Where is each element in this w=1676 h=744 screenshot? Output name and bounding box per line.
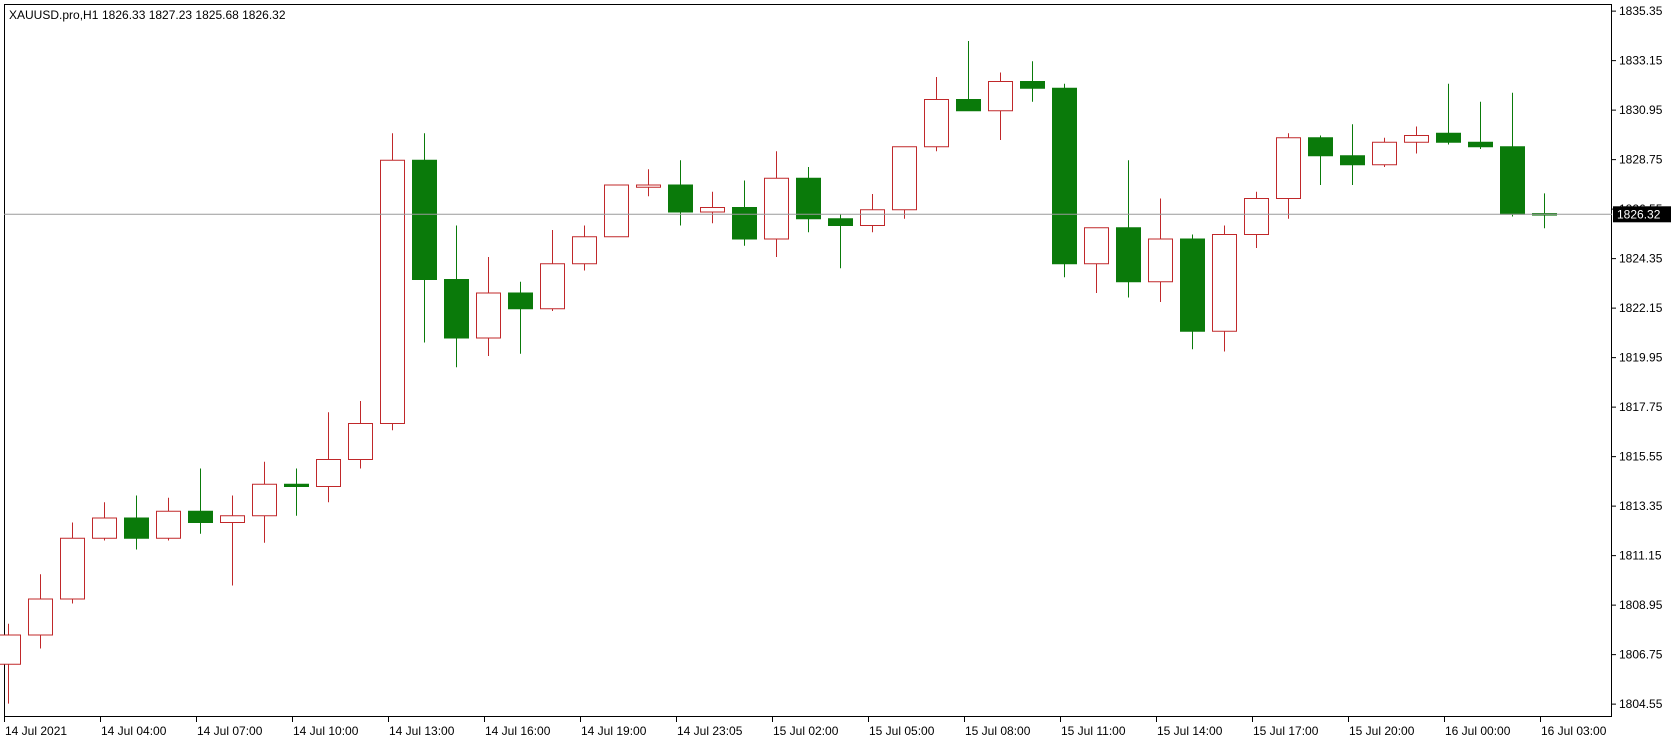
candle-body xyxy=(700,207,725,213)
chart-symbol-label: XAUUSD.pro,H1 xyxy=(9,8,99,22)
y-tick-label: 1824.35 xyxy=(1619,252,1663,266)
candle-body xyxy=(92,517,117,539)
y-tick-label: 1830.95 xyxy=(1619,103,1663,117)
candle-body xyxy=(860,209,885,226)
candle-body xyxy=(28,598,53,636)
x-tick-label: 15 Jul 20:00 xyxy=(1349,724,1415,738)
candle-body xyxy=(380,159,405,424)
x-tick-label: 15 Jul 11:00 xyxy=(1061,724,1126,738)
x-tick-label: 14 Jul 19:00 xyxy=(581,724,647,738)
chart-ohlc-readout: 1826.33 1827.23 1825.68 1826.32 xyxy=(102,8,286,22)
candle-body xyxy=(348,423,373,460)
candlestick-chart[interactable]: 1835.351833.151830.951828.751826.551824.… xyxy=(0,0,1676,744)
candle-body xyxy=(1052,87,1077,265)
candle-body xyxy=(636,184,661,188)
y-axis: 1835.351833.151830.951828.751826.551824.… xyxy=(1611,4,1663,711)
candle-body xyxy=(1244,198,1269,235)
candle-body xyxy=(604,184,629,238)
candle-body xyxy=(508,292,533,310)
candle-body xyxy=(220,515,245,523)
y-tick-label: 1804.55 xyxy=(1619,697,1663,711)
candle-body xyxy=(988,81,1013,112)
candle-body xyxy=(1372,141,1397,166)
x-axis: 14 Jul 2021 14 Jul 04:00 14 Jul 07:00 14 Ju… xyxy=(4,716,1607,738)
x-tick-label: 14 Jul 10:00 xyxy=(293,724,359,738)
candle-body xyxy=(284,483,309,487)
candle-body xyxy=(764,177,789,240)
candle-body xyxy=(124,517,149,539)
price-tag-value: 1826.32 xyxy=(1617,207,1661,221)
x-tick-label: 15 Jul 17:00 xyxy=(1253,724,1319,738)
x-tick-label: 16 Jul 00:00 xyxy=(1445,724,1511,738)
candle xyxy=(1372,137,1397,167)
candle-body xyxy=(1308,137,1333,157)
chart-window: 1835.351833.151830.951828.751826.551824.… xyxy=(0,0,1676,744)
y-tick-label: 1808.95 xyxy=(1619,598,1663,612)
candle-body xyxy=(188,510,213,523)
candle-body xyxy=(1468,141,1493,148)
candle xyxy=(604,184,629,238)
candle xyxy=(892,146,917,219)
candle-body xyxy=(572,236,597,265)
current-price-tag: 1826.32 xyxy=(1613,206,1671,223)
y-tick-label: 1811.15 xyxy=(1619,549,1662,563)
candle-body xyxy=(956,99,981,112)
candle-body xyxy=(412,159,437,280)
x-tick-label: 15 Jul 08:00 xyxy=(965,724,1031,738)
candle-body xyxy=(540,263,565,310)
x-tick-label: 15 Jul 05:00 xyxy=(869,724,935,738)
candle xyxy=(1052,83,1077,278)
y-tick-label: 1815.55 xyxy=(1619,450,1663,464)
candle-body xyxy=(1212,234,1237,332)
candle-body xyxy=(1500,146,1525,215)
plot-frame xyxy=(4,4,1612,717)
candle-body xyxy=(828,218,853,226)
candle-body xyxy=(252,483,277,517)
y-tick-label: 1828.75 xyxy=(1619,153,1663,167)
candle-body xyxy=(476,292,501,339)
y-tick-label: 1817.75 xyxy=(1619,400,1663,414)
candle-body xyxy=(1020,81,1045,89)
candle-body xyxy=(444,279,469,339)
x-tick-label: 15 Jul 14:00 xyxy=(1157,724,1223,738)
y-tick-label: 1813.35 xyxy=(1619,499,1663,513)
x-tick-label: 15 Jul 02:00 xyxy=(773,724,839,738)
x-tick-label: 14 Jul 16:00 xyxy=(485,724,551,738)
x-tick-label: 14 Jul 23:05 xyxy=(677,724,743,738)
candle-body xyxy=(732,207,757,240)
candle-body xyxy=(1340,155,1365,166)
candle-body xyxy=(1116,227,1141,283)
x-tick-label: 14 Jul 04:00 xyxy=(101,724,167,738)
candle-body xyxy=(156,510,181,539)
candle-body xyxy=(1276,137,1301,199)
candle-body xyxy=(1436,132,1461,143)
y-tick-label: 1833.15 xyxy=(1619,54,1663,68)
x-tick-label: 16 Jul 03:00 xyxy=(1541,724,1607,738)
candle-body xyxy=(1148,238,1173,283)
y-tick-label: 1819.95 xyxy=(1619,351,1663,365)
x-tick-label: 14 Jul 13:00 xyxy=(389,724,455,738)
y-tick-label: 1806.75 xyxy=(1619,648,1663,662)
candle-body xyxy=(892,146,917,211)
candle-body xyxy=(1404,135,1429,143)
x-tick-label: 14 Jul 2021 xyxy=(5,724,67,738)
candle-body xyxy=(796,177,821,220)
candle-body xyxy=(1084,227,1109,265)
candle-body xyxy=(60,537,85,600)
x-tick-label: 14 Jul 07:00 xyxy=(197,724,263,738)
y-tick-label: 1822.15 xyxy=(1619,301,1663,315)
y-tick-label: 1835.35 xyxy=(1619,4,1663,18)
candle-body xyxy=(0,634,21,665)
candle xyxy=(380,133,405,431)
candle-body xyxy=(316,459,341,487)
candle-body xyxy=(668,184,693,213)
candle-body xyxy=(1180,238,1205,332)
candle-body xyxy=(924,99,949,148)
